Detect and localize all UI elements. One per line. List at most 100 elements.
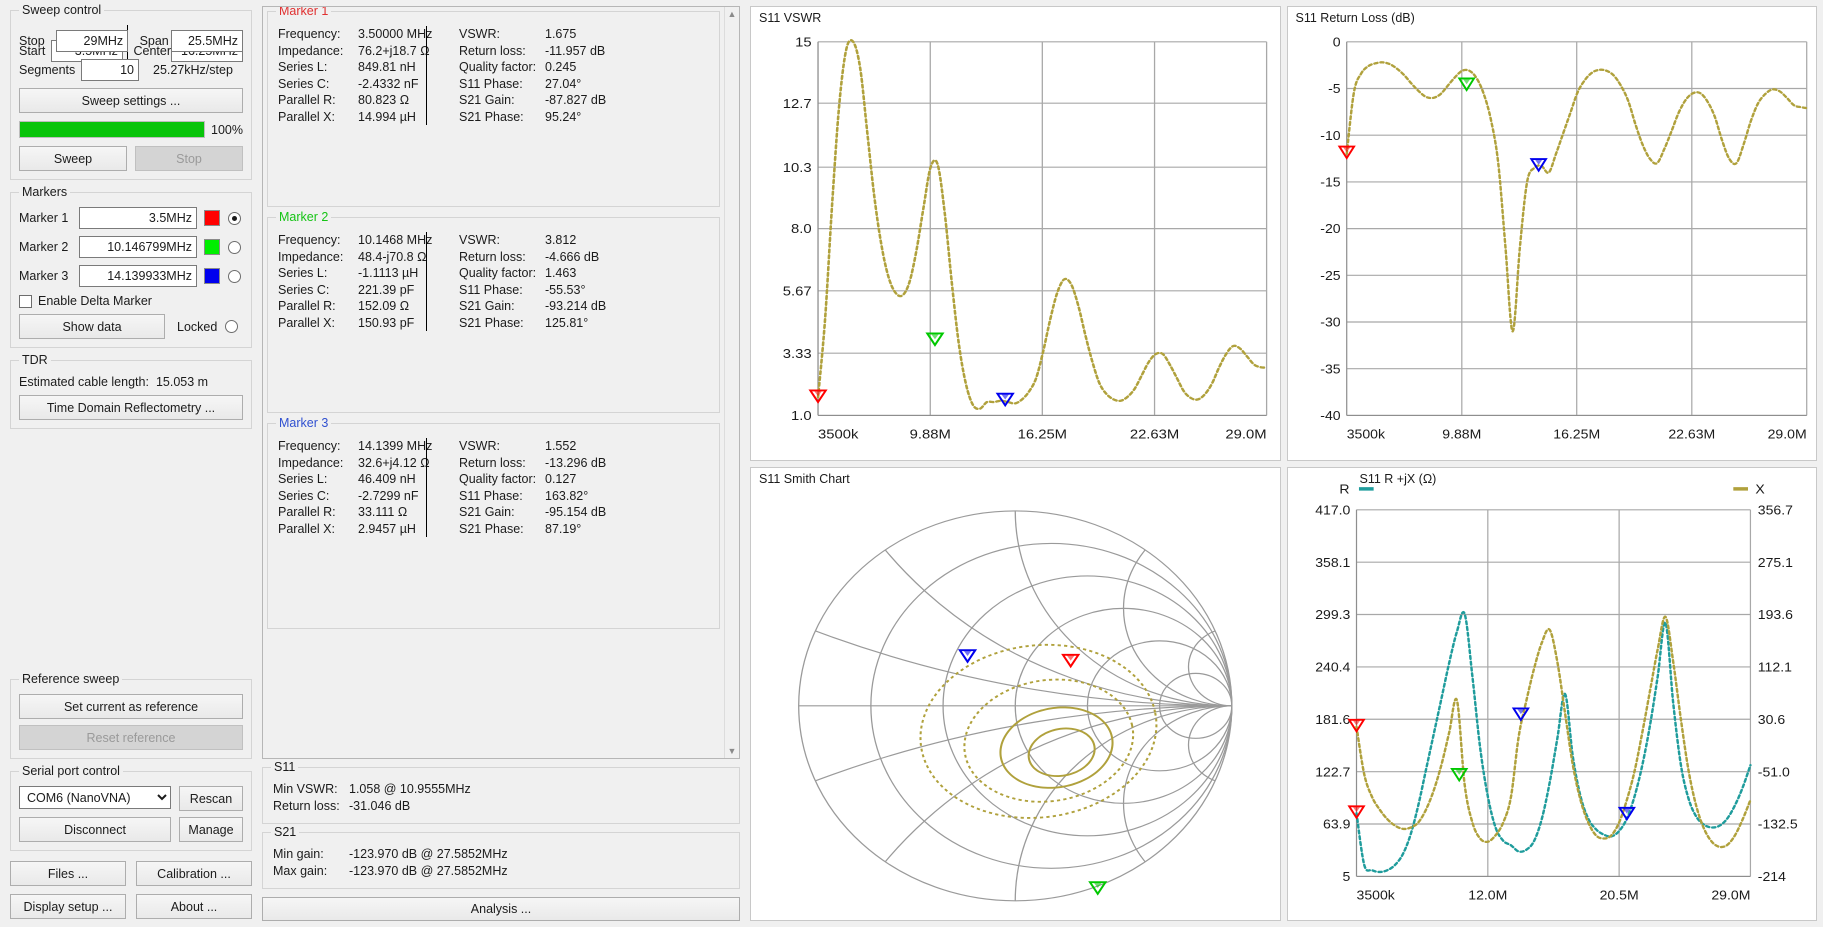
serial-port-select[interactable]: COM6 (NanoVNA) — [19, 786, 171, 809]
calibration-button[interactable]: Calibration ... — [136, 861, 252, 886]
marker-3-radio[interactable] — [228, 269, 241, 283]
markers-group: Markers Marker 1 Marker 2 Marker 3 — [10, 185, 252, 348]
s11-summary-key: Return loss: — [273, 799, 340, 813]
marker-detail-key: VSWR: — [459, 439, 500, 453]
marker-detail-title-2: Marker 2 — [276, 210, 332, 224]
axis-tick-label: 3500k — [1346, 427, 1384, 442]
chart-s11-return-loss-title: S11 Return Loss (dB) — [1295, 11, 1415, 25]
delta-marker-checkbox[interactable] — [19, 294, 32, 308]
marker-detail-key: Parallel X: — [278, 521, 335, 536]
axis-tick-label: 112.1 — [1757, 659, 1791, 674]
marker-1-radio[interactable] — [228, 211, 241, 225]
disconnect-button[interactable]: Disconnect — [19, 817, 171, 842]
axis-tick-label: 29.0M — [1711, 887, 1750, 902]
marker-2-color-swatch[interactable] — [204, 239, 220, 255]
marker-detail-key: Series C: — [278, 282, 330, 297]
axis-tick-label: 29.0M — [1767, 427, 1806, 442]
marker-detail-key: Series L: — [278, 266, 328, 280]
files-button[interactable]: Files ... — [10, 861, 126, 886]
nanovna-saver-window: Sweep control Start Center Stop Span Seg… — [0, 0, 1823, 927]
chart-s11-rx[interactable]: S11 R +jX (Ω) 417.0 356.7 358.1 275.1 299.3 1… — [1286, 466, 1817, 921]
smith-trace — [919, 643, 1158, 819]
set-reference-button[interactable]: Set current as reference — [19, 694, 243, 719]
marker-detail-key: S21 Gain: — [459, 93, 515, 107]
axis-tick-label: 8.0 — [791, 221, 812, 236]
axis-tick-label: 12.7 — [783, 96, 812, 111]
marker-detail-row: Series C: -2.4332 nF — [278, 76, 426, 93]
axis-tick-label: -30 — [1320, 315, 1341, 330]
tdr-button[interactable]: Time Domain Reflectometry ... — [19, 395, 243, 420]
manage-button[interactable]: Manage — [179, 817, 243, 842]
span-label: Span — [139, 34, 169, 48]
marker-detail-key: Parallel X: — [278, 109, 335, 124]
axis-tick-label: 5 — [1342, 869, 1350, 884]
locked-radio[interactable] — [225, 320, 239, 333]
axis-tick-label: -40 — [1320, 408, 1341, 423]
marker-detail-row: S21 Phase: 87.19° — [459, 521, 606, 538]
display-setup-button[interactable]: Display setup ... — [10, 894, 126, 919]
chart-marker-1[interactable] — [1061, 653, 1081, 668]
marker-detail-value: 32.6+j4.12 Ω — [358, 455, 430, 470]
marker-1-input[interactable] — [79, 207, 197, 229]
marker-detail-row: Return loss: -11.957 dB — [459, 43, 606, 60]
s11-summary-value: -31.046 dB — [349, 799, 411, 813]
axis-tick-label: 20.5M — [1599, 887, 1638, 902]
marker-detail-right-column: VSWR: 3.812 Return loss: -4.666 dB Quality f… — [459, 232, 606, 331]
s21-summary-value: -123.970 dB @ 27.5852MHz — [349, 864, 508, 878]
marker-detail-key: Quality factor: — [459, 266, 537, 280]
segments-row: Segments 25.27kHz/step — [19, 59, 243, 81]
marker-detail-row: Frequency: 3.50000 MHz — [278, 26, 432, 43]
segments-input[interactable] — [81, 59, 139, 81]
sweep-control-title: Sweep control — [19, 3, 105, 17]
axis-tick-label: 3500k — [818, 426, 859, 441]
rescan-button[interactable]: Rescan — [179, 786, 243, 811]
marker-scrollbar[interactable]: ▲ ▼ — [724, 7, 739, 758]
axis-tick-label: -132.5 — [1757, 816, 1797, 831]
marker-detail-key: Impedance: — [278, 43, 344, 58]
axis-tick-label: -35 — [1320, 362, 1341, 377]
show-data-button[interactable]: Show data — [19, 314, 165, 339]
marker-3-input[interactable] — [79, 265, 197, 287]
marker-detail-value: 1.463 — [545, 266, 577, 280]
chart-s11-return-loss[interactable]: S11 Return Loss (dB) 0 -5 -10 -15 -20 -25 -30 -… — [1286, 6, 1817, 461]
chart-marker-2[interactable] — [925, 332, 945, 347]
sweep-progress-percent: 100% — [211, 122, 243, 137]
chart-marker-3[interactable] — [958, 648, 978, 664]
marker-detail-row: Impedance: 76.2+j18.7 Ω — [278, 43, 430, 60]
reset-reference-button[interactable]: Reset reference — [19, 725, 243, 750]
marker-3-color-swatch[interactable] — [204, 268, 220, 284]
chart-marker-3-r[interactable] — [1511, 706, 1530, 722]
s11-summary-title: S11 — [271, 760, 299, 774]
about-button[interactable]: About ... — [136, 894, 252, 919]
scroll-down-icon[interactable]: ▼ — [728, 746, 737, 756]
sweep-settings-button[interactable]: Sweep settings ... — [19, 88, 243, 113]
marker-2-label: Marker 2 — [19, 240, 69, 254]
marker-detail-key: S21 Gain: — [459, 299, 515, 313]
stop-input[interactable] — [56, 30, 129, 52]
marker-detail-value: 163.82° — [545, 488, 589, 503]
sweep-button[interactable]: Sweep — [19, 146, 127, 171]
axis-tick-label: 181.6 — [1315, 712, 1351, 727]
marker-1-color-swatch[interactable] — [204, 210, 220, 226]
marker-detail-value: -87.827 dB — [545, 93, 607, 107]
axis-tick-label: 240.4 — [1315, 659, 1351, 674]
chart-s11-vswr[interactable]: S11 VSWR 15 12.7 10.3 8.0 5.67 3.33 1.0 3500k 9.… — [750, 6, 1281, 461]
delta-marker-row[interactable]: Enable Delta Marker — [19, 294, 243, 308]
marker-detail-row: Quality factor: 0.245 — [459, 59, 606, 76]
s21-summary-title: S21 — [271, 825, 300, 839]
stop-sweep-button[interactable]: Stop — [135, 146, 243, 171]
marker-detail-left-column: Frequency: 14.1399 MHz Impedance: 32.6+j4.1… — [278, 438, 432, 537]
marker-detail-value: 152.09 Ω — [358, 299, 410, 313]
marker-detail-row: S11 Phase: 163.82° — [459, 488, 606, 505]
scroll-up-icon[interactable]: ▲ — [728, 9, 737, 19]
marker-2-input[interactable] — [79, 236, 197, 258]
span-input[interactable] — [170, 30, 243, 52]
analysis-button[interactable]: Analysis ... — [262, 897, 740, 921]
axis-tick-label: 30.6 — [1757, 712, 1785, 727]
chart-s11-smith[interactable]: S11 Smith Chart — [750, 466, 1281, 921]
s11-summary-row: Min VSWR: 1.058 @ 10.9555MHz — [273, 781, 729, 798]
marker-detail-key: S21 Phase: — [459, 315, 524, 330]
marker-detail-value: 33.111 Ω — [358, 505, 408, 519]
axis-tick-label: -15 — [1320, 175, 1341, 190]
marker-2-radio[interactable] — [228, 240, 241, 254]
